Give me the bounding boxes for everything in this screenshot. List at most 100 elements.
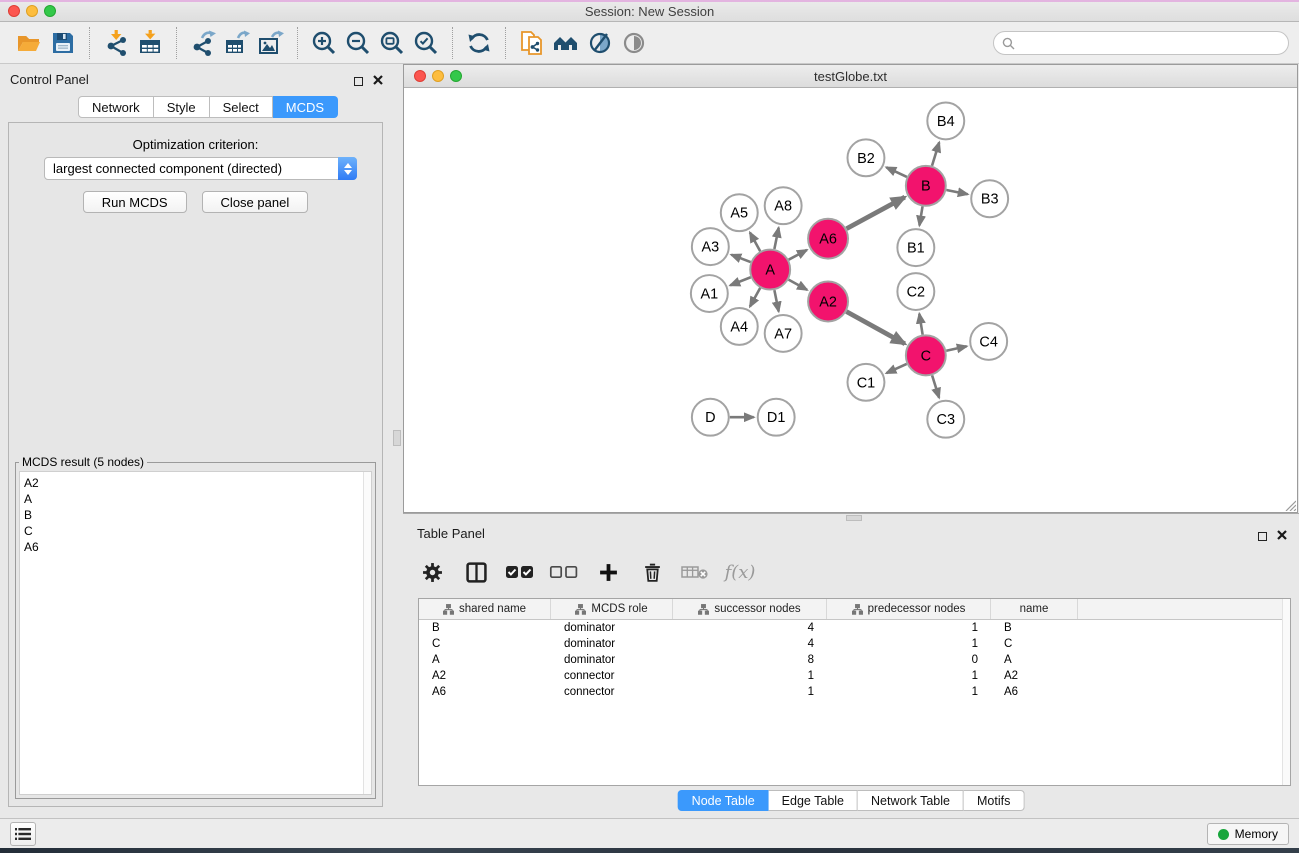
graph-node-C1[interactable]: C1 [848,364,885,401]
add-column-icon[interactable] [593,557,623,587]
table-cell[interactable]: dominator [551,620,673,636]
float-panel-icon[interactable] [354,77,363,86]
graph-node-C4[interactable]: C4 [970,323,1007,360]
table-cell[interactable]: 4 [673,636,827,652]
table-cell[interactable]: connector [551,684,673,700]
show-graphics-details-icon[interactable] [617,26,651,60]
graph-node-D1[interactable]: D1 [758,399,795,436]
close-panel-button[interactable]: Close panel [202,191,309,213]
tab-style[interactable]: Style [154,96,210,118]
import-table-icon[interactable] [133,26,167,60]
tab-select[interactable]: Select [210,96,273,118]
graph-node-A6[interactable]: A6 [808,219,848,259]
table-cell[interactable]: B [419,620,551,636]
zoom-out-icon[interactable] [341,26,375,60]
graph-node-A[interactable]: A [750,250,790,290]
search-input[interactable] [1020,36,1280,50]
graph-node-A7[interactable]: A7 [765,315,802,352]
table-row[interactable]: A6connector11A6 [419,684,1290,700]
close-panel-icon[interactable] [373,72,383,90]
table-cell[interactable]: A2 [419,668,551,684]
column-header-name[interactable]: name [991,599,1078,619]
mcds-result-item[interactable]: A2 [24,475,371,491]
graph-node-C2[interactable]: C2 [897,273,934,310]
table-cell[interactable]: 1 [827,620,991,636]
table-cell[interactable]: 1 [673,668,827,684]
table-scrollbar[interactable] [1282,599,1290,785]
first-neighbors-icon[interactable] [549,26,583,60]
run-mcds-button[interactable]: Run MCDS [83,191,187,213]
graph-node-B1[interactable]: B1 [897,229,934,266]
table-cell[interactable]: 8 [673,652,827,668]
select-all-columns-icon[interactable] [505,557,535,587]
search-field[interactable] [993,31,1289,55]
network-window-titlebar[interactable]: testGlobe.txt [404,65,1297,88]
graph-node-D[interactable]: D [692,399,729,436]
table-row[interactable]: Adominator80A [419,652,1290,668]
mcds-result-item[interactable]: B [24,507,371,523]
tab-edge-table[interactable]: Edge Table [769,790,858,811]
table-cell[interactable]: 1 [827,668,991,684]
graph-node-A1[interactable]: A1 [691,275,728,312]
table-row[interactable]: Cdominator41C [419,636,1290,652]
table-cell[interactable]: 1 [827,684,991,700]
unselect-all-columns-icon[interactable] [549,557,579,587]
graph-node-A3[interactable]: A3 [692,228,729,265]
table-cell[interactable]: B [991,620,1078,636]
graph-node-B[interactable]: B [906,166,946,206]
mcds-result-item[interactable]: A6 [24,539,371,555]
delete-columns-trash-icon[interactable] [637,557,667,587]
table-options-gear-icon[interactable] [417,557,447,587]
column-header-shared-name[interactable]: shared name [419,599,551,619]
tab-mcds[interactable]: MCDS [273,96,338,118]
mcds-result-item[interactable]: C [24,523,371,539]
table-cell[interactable]: connector [551,668,673,684]
export-network-icon[interactable] [186,26,220,60]
column-header-MCDS-role[interactable]: MCDS role [551,599,673,619]
table-cell[interactable]: C [419,636,551,652]
horizontal-split-divider[interactable] [403,513,1299,521]
mcds-result-item[interactable]: A [24,491,371,507]
delete-table-icon[interactable] [681,557,711,587]
window-resize-handle[interactable] [1283,498,1296,511]
export-table-icon[interactable] [220,26,254,60]
import-network-icon[interactable] [99,26,133,60]
table-cell[interactable]: A [991,652,1078,668]
graph-node-A8[interactable]: A8 [765,187,802,224]
zoom-selected-icon[interactable] [409,26,443,60]
divider-grip[interactable] [393,430,401,446]
mcds-list-scrollbar[interactable] [363,472,371,794]
vertical-split-divider[interactable] [391,64,403,818]
tab-node-table[interactable]: Node Table [678,790,769,811]
graph-node-A4[interactable]: A4 [721,308,758,345]
table-row[interactable]: A2connector11A2 [419,668,1290,684]
graph-node-B2[interactable]: B2 [848,139,885,176]
graph-node-B4[interactable]: B4 [927,102,964,139]
export-image-icon[interactable] [254,26,288,60]
table-cell[interactable]: C [991,636,1078,652]
tab-motifs[interactable]: Motifs [964,790,1024,811]
column-header-predecessor-nodes[interactable]: predecessor nodes [827,599,991,619]
zoom-in-icon[interactable] [307,26,341,60]
graph-node-B3[interactable]: B3 [971,180,1008,217]
show-column-icon[interactable] [461,557,491,587]
table-cell[interactable]: dominator [551,636,673,652]
table-cell[interactable]: 1 [673,684,827,700]
task-history-button[interactable] [10,822,36,846]
float-panel-icon[interactable] [1258,532,1267,541]
table-cell[interactable]: A6 [419,684,551,700]
network-canvas[interactable]: AA1A2A3A4A5A6A7A8BB1B2B3B4CC1C2C3C4DD1 [404,89,1297,512]
table-cell[interactable]: A2 [991,668,1078,684]
function-builder-icon[interactable]: f(x) [725,557,755,587]
table-cell[interactable]: 0 [827,652,991,668]
table-cell[interactable]: 4 [673,620,827,636]
table-cell[interactable]: 1 [827,636,991,652]
tab-network[interactable]: Network [78,96,154,118]
close-panel-icon[interactable] [1277,527,1287,545]
table-row[interactable]: Bdominator41B [419,620,1290,636]
graph-node-A2[interactable]: A2 [808,282,848,322]
column-header-successor-nodes[interactable]: successor nodes [673,599,827,619]
refresh-icon[interactable] [462,26,496,60]
table-cell[interactable]: A6 [991,684,1078,700]
table-cell[interactable]: dominator [551,652,673,668]
